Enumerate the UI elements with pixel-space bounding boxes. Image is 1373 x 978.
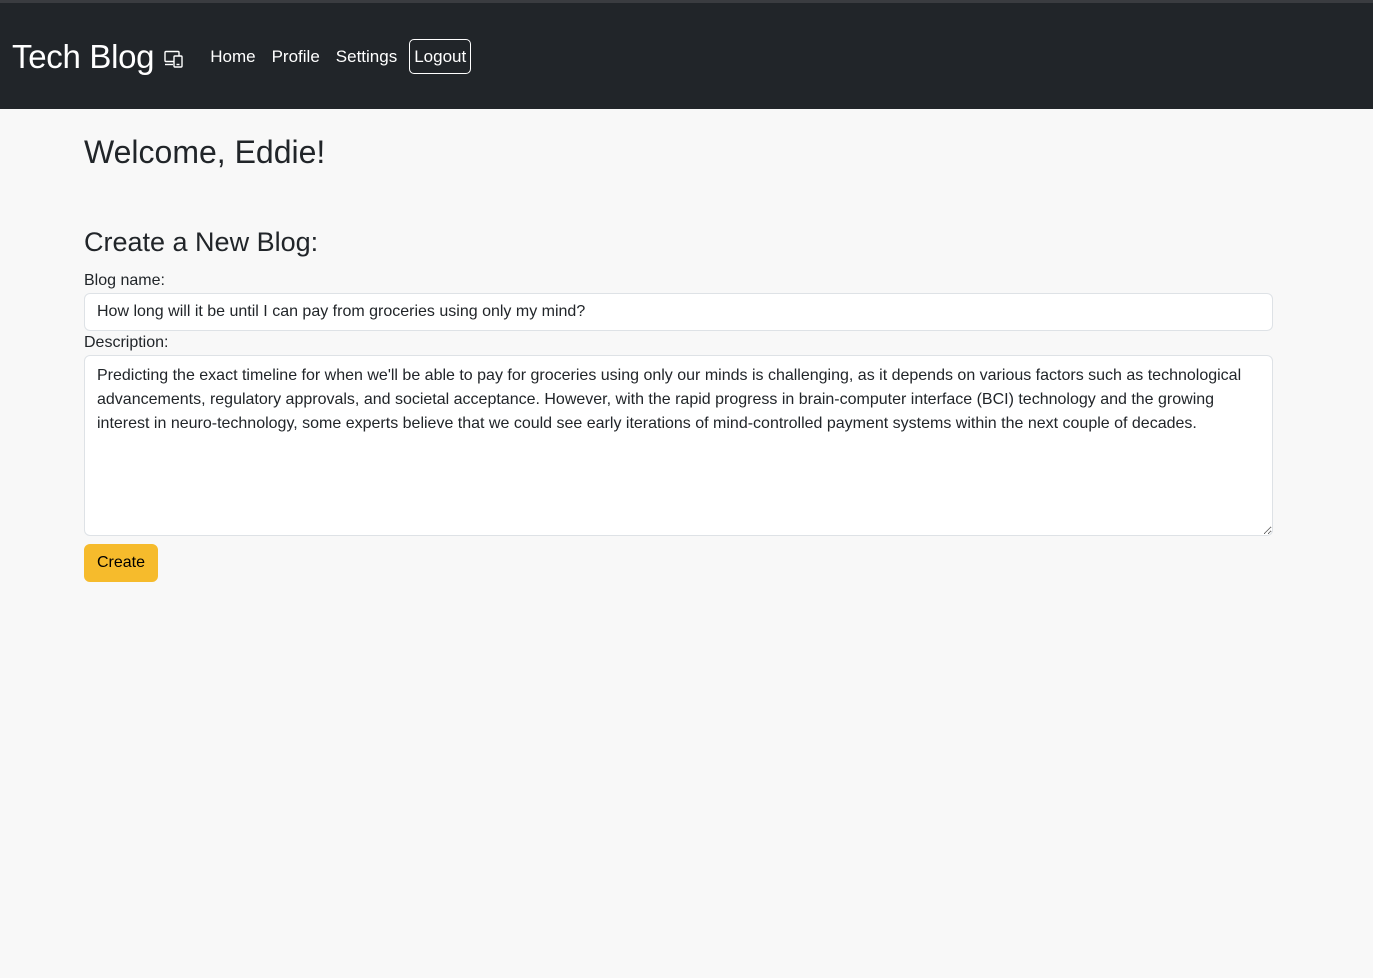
brand-link[interactable]: Tech Blog (12, 40, 184, 73)
create-button[interactable]: Create (84, 544, 158, 582)
welcome-heading: Welcome, Eddie! (84, 134, 326, 170)
navbar: Tech Blog Home Profile Settings Logout (0, 3, 1373, 109)
description-textarea[interactable]: Predicting the exact timeline for when w… (84, 355, 1273, 536)
blog-name-input[interactable] (84, 293, 1273, 331)
nav-profile-link[interactable]: Profile (268, 40, 324, 73)
brand-title: Tech Blog (12, 37, 155, 75)
description-label: Description: (84, 334, 169, 351)
nav-links: Home Profile Settings Logout (206, 38, 479, 74)
devices-icon (164, 50, 184, 68)
nav-logout-button[interactable]: Logout (409, 38, 472, 74)
nav-settings-link[interactable]: Settings (332, 40, 401, 73)
nav-home-link[interactable]: Home (206, 40, 259, 73)
blog-name-label: Blog name: (84, 272, 165, 289)
create-blog-heading: Create a New Blog: (84, 227, 319, 257)
